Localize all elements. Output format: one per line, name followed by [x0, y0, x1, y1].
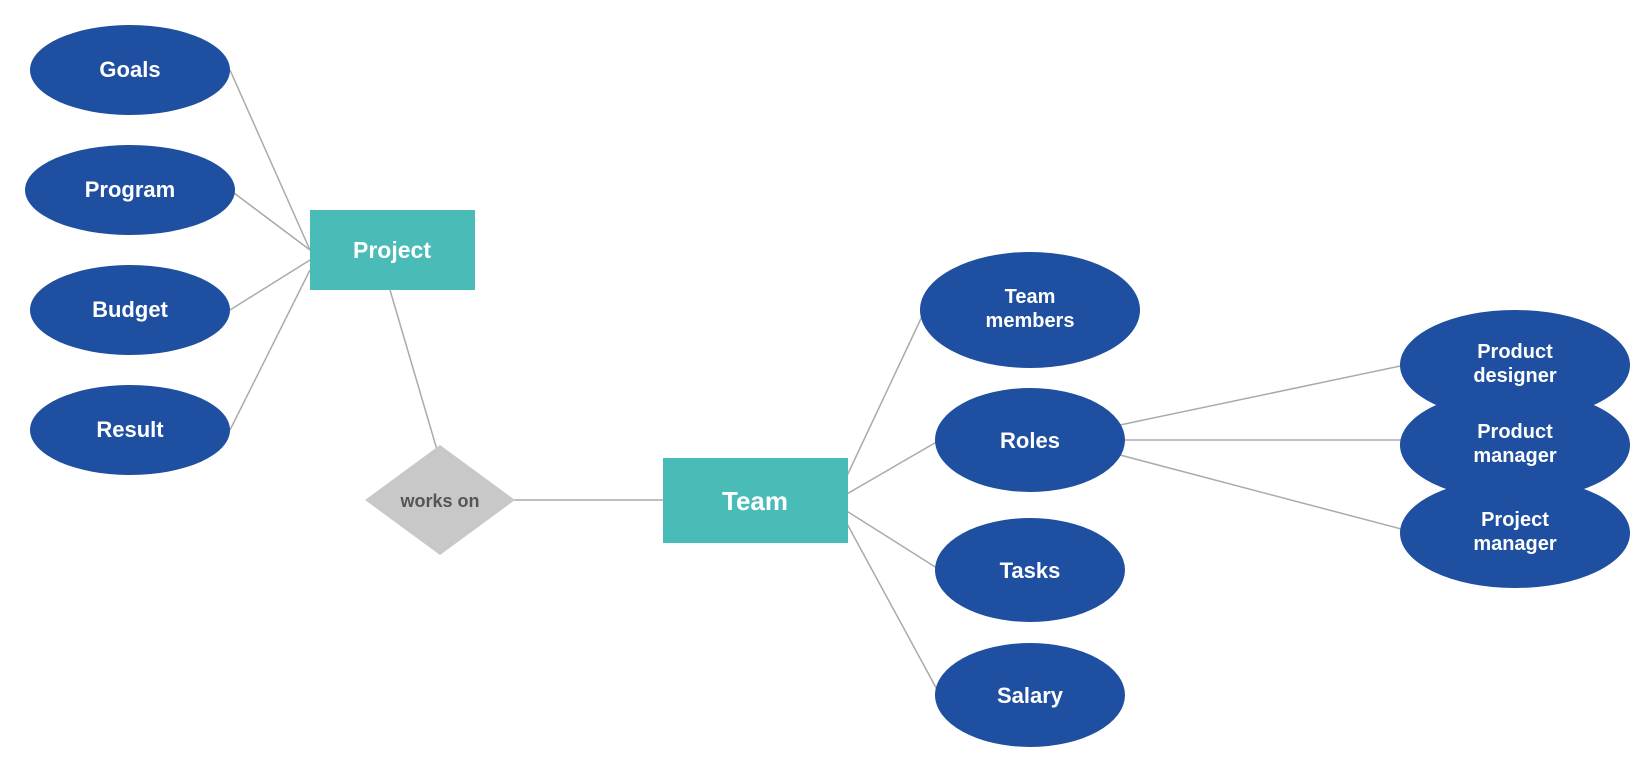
product-designer-label-1: Product — [1477, 341, 1553, 363]
diagram-canvas: Goals Program Budget Result Project work… — [0, 0, 1640, 775]
roles-label: Roles — [1000, 428, 1060, 453]
program-label: Program — [85, 177, 175, 202]
product-designer-label-2: designer — [1473, 365, 1557, 387]
project-label: Project — [353, 237, 431, 263]
project-manager-label-2: manager — [1473, 533, 1557, 555]
project-manager-label-1: Project — [1481, 509, 1549, 531]
salary-label: Salary — [997, 683, 1064, 708]
team-members-label-2: members — [986, 310, 1075, 332]
product-manager-label-1: Product — [1477, 421, 1553, 443]
team-label: Team — [722, 486, 788, 516]
works-on-label: works on — [399, 491, 479, 511]
result-label: Result — [96, 417, 164, 442]
team-members-label-1: Team — [1005, 286, 1056, 308]
product-manager-label-2: manager — [1473, 445, 1557, 467]
tasks-label: Tasks — [1000, 558, 1061, 583]
budget-label: Budget — [92, 297, 168, 322]
goals-label: Goals — [99, 57, 160, 82]
